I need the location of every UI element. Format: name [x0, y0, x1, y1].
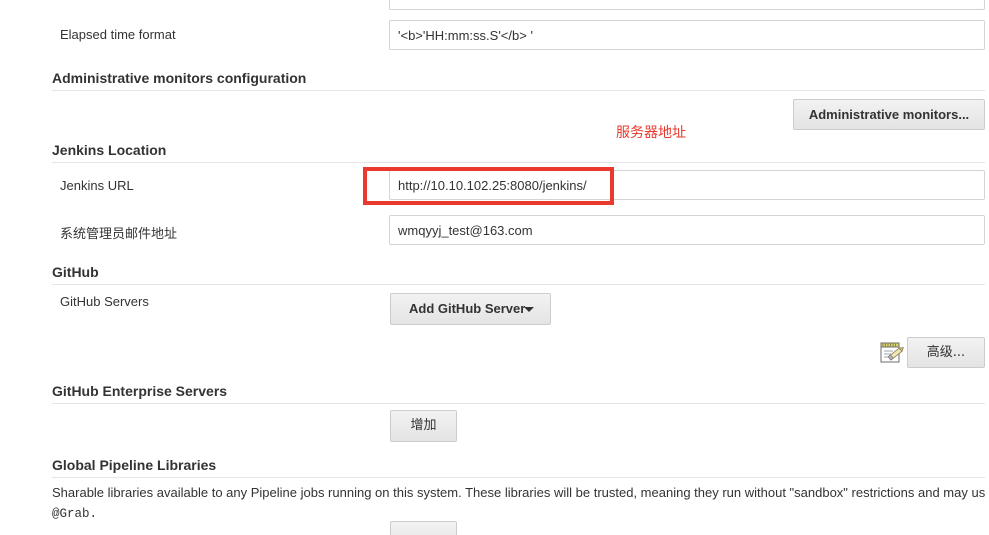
global-pipeline-libraries-description: Sharable libraries available to any Pipe…	[52, 483, 989, 524]
section-heading-global-pipeline-libraries: Global Pipeline Libraries	[52, 457, 985, 478]
section-heading-github: GitHub	[52, 264, 985, 285]
admin-email-label: 系统管理员邮件地址	[60, 227, 178, 242]
chevron-down-icon	[524, 307, 534, 312]
jenkins-url-input[interactable]	[389, 170, 985, 200]
configure-system-page: Elapsed time format Administrative monit…	[0, 0, 989, 535]
advanced-button[interactable]: 高级...	[907, 337, 985, 368]
github-servers-label: GitHub Servers	[60, 294, 149, 309]
bottom-partial-button[interactable]	[390, 521, 457, 535]
add-github-server-label: Add GitHub Server	[409, 301, 526, 316]
add-enterprise-server-button[interactable]: 增加	[390, 410, 457, 442]
jenkins-url-label: Jenkins URL	[60, 178, 134, 193]
previous-field-partial[interactable]	[389, 0, 985, 10]
elapsed-time-format-input[interactable]	[389, 20, 985, 50]
elapsed-time-format-label: Elapsed time format	[60, 27, 176, 42]
section-heading-jenkins-location: Jenkins Location	[52, 142, 985, 163]
section-heading-administrative-monitors: Administrative monitors configuration	[52, 70, 985, 91]
annotation-server-address-text: 服务器地址	[616, 125, 686, 141]
add-github-server-button[interactable]: Add GitHub Server	[390, 293, 551, 325]
administrative-monitors-button[interactable]: Administrative monitors...	[793, 99, 985, 130]
description-grab-annotation: @Grab	[52, 507, 90, 521]
description-line-2-tail: .	[89, 507, 98, 521]
section-heading-github-enterprise-servers: GitHub Enterprise Servers	[52, 383, 985, 404]
admin-email-input[interactable]	[389, 215, 985, 245]
notepad-pencil-icon	[878, 340, 904, 366]
description-line-1: Sharable libraries available to any Pipe…	[52, 485, 986, 500]
